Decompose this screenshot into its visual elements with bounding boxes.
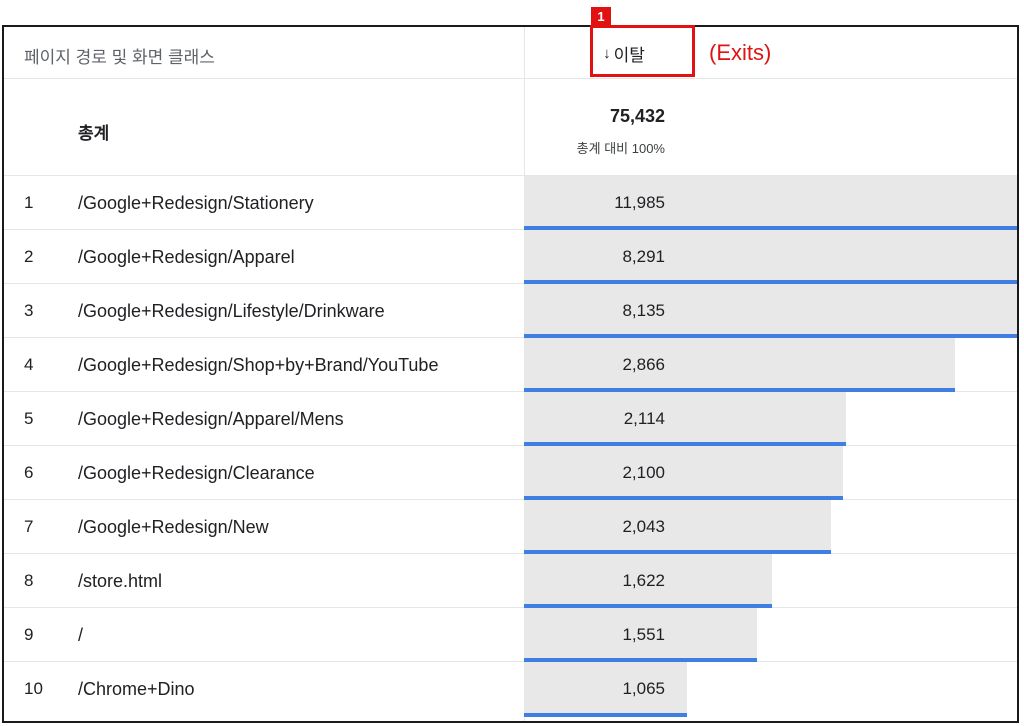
page-path[interactable]: /Google+Redesign/Clearance (78, 463, 315, 484)
exits-bar (524, 500, 831, 553)
page-path[interactable]: /store.html (78, 571, 162, 592)
row-rank: 5 (24, 409, 34, 428)
row-rank: 3 (24, 301, 34, 320)
exits-report-table: 페이지 경로 및 화면 클래스 ↓ 이탈 총계 75,432 총계 대비 100… (2, 25, 1019, 723)
exits-value: 1,065 (622, 679, 665, 698)
table-row[interactable]: 5/Google+Redesign/Apparel/Mens 2,114 (4, 392, 1017, 446)
total-value: 75,432 (609, 106, 665, 126)
exits-bar (524, 338, 955, 391)
row-rank: 1 (24, 193, 34, 212)
table-row[interactable]: 9 / 1,551 (4, 608, 1017, 662)
row-rank: 4 (24, 355, 34, 374)
totals-row: 총계 75,432 총계 대비 100% (4, 79, 1017, 176)
row-rank: 9 (24, 625, 34, 644)
table-body: 1/Google+Redesign/Stationery 11,985 2/Goog… (4, 176, 1017, 717)
table-row[interactable]: 1/Google+Redesign/Stationery 11,985 (4, 176, 1017, 230)
total-label: 총계 (78, 124, 110, 143)
table-header: 페이지 경로 및 화면 클래스 ↓ 이탈 (4, 27, 1017, 79)
highlight-badge: 1 (591, 7, 611, 26)
exits-value: 8,291 (622, 247, 665, 266)
table-row[interactable]: 4/Google+Redesign/Shop+by+Brand/YouTube 2… (4, 338, 1017, 392)
page-path[interactable]: /Google+Redesign/Lifestyle/Drinkware (78, 301, 385, 322)
exits-value: 1,622 (622, 571, 665, 590)
exits-bar (524, 284, 1017, 337)
exits-value: 2,866 (622, 355, 665, 374)
exits-value: 8,135 (622, 301, 665, 320)
exits-value: 11,985 (614, 193, 665, 212)
table-row[interactable]: 2/Google+Redesign/Apparel 8,291 (4, 230, 1017, 284)
highlight-note: (Exits) (709, 40, 772, 65)
page-path[interactable]: /Google+Redesign/Apparel (78, 247, 295, 268)
page-path[interactable]: / (78, 625, 83, 646)
page-path[interactable]: /Google+Redesign/New (78, 517, 269, 538)
exits-value: 1,551 (622, 625, 665, 644)
table-row[interactable]: 7/Google+Redesign/New 2,043 (4, 500, 1017, 554)
row-rank: 8 (24, 571, 34, 590)
exits-bar (524, 230, 1017, 283)
exits-bar-underline (524, 713, 687, 717)
exits-bar (524, 446, 843, 499)
row-rank: 6 (24, 463, 34, 482)
exits-value: 2,043 (622, 517, 665, 536)
highlight-box (590, 25, 695, 77)
exits-bar (524, 392, 846, 445)
page-path[interactable]: /Chrome+Dino (78, 679, 195, 700)
exits-value: 2,100 (622, 463, 665, 482)
exits-bar (524, 176, 1017, 229)
row-rank: 2 (24, 247, 34, 266)
row-rank: 10 (24, 679, 43, 698)
table-row[interactable]: 6/Google+Redesign/Clearance 2,100 (4, 446, 1017, 500)
page-path[interactable]: /Google+Redesign/Stationery (78, 193, 314, 214)
total-percent: 총계 대비 100% (576, 141, 665, 156)
table-row[interactable]: 3/Google+Redesign/Lifestyle/Drinkware 8,1… (4, 284, 1017, 338)
table-row[interactable]: 10/Chrome+Dino 1,065 (4, 662, 1017, 717)
table-row[interactable]: 8/store.html 1,622 (4, 554, 1017, 608)
page-path[interactable]: /Google+Redesign/Shop+by+Brand/YouTube (78, 355, 438, 376)
page-path[interactable]: /Google+Redesign/Apparel/Mens (78, 409, 344, 430)
dimension-column-header[interactable]: 페이지 경로 및 화면 클래스 (24, 43, 215, 68)
row-rank: 7 (24, 517, 34, 536)
exits-value: 2,114 (623, 409, 665, 428)
